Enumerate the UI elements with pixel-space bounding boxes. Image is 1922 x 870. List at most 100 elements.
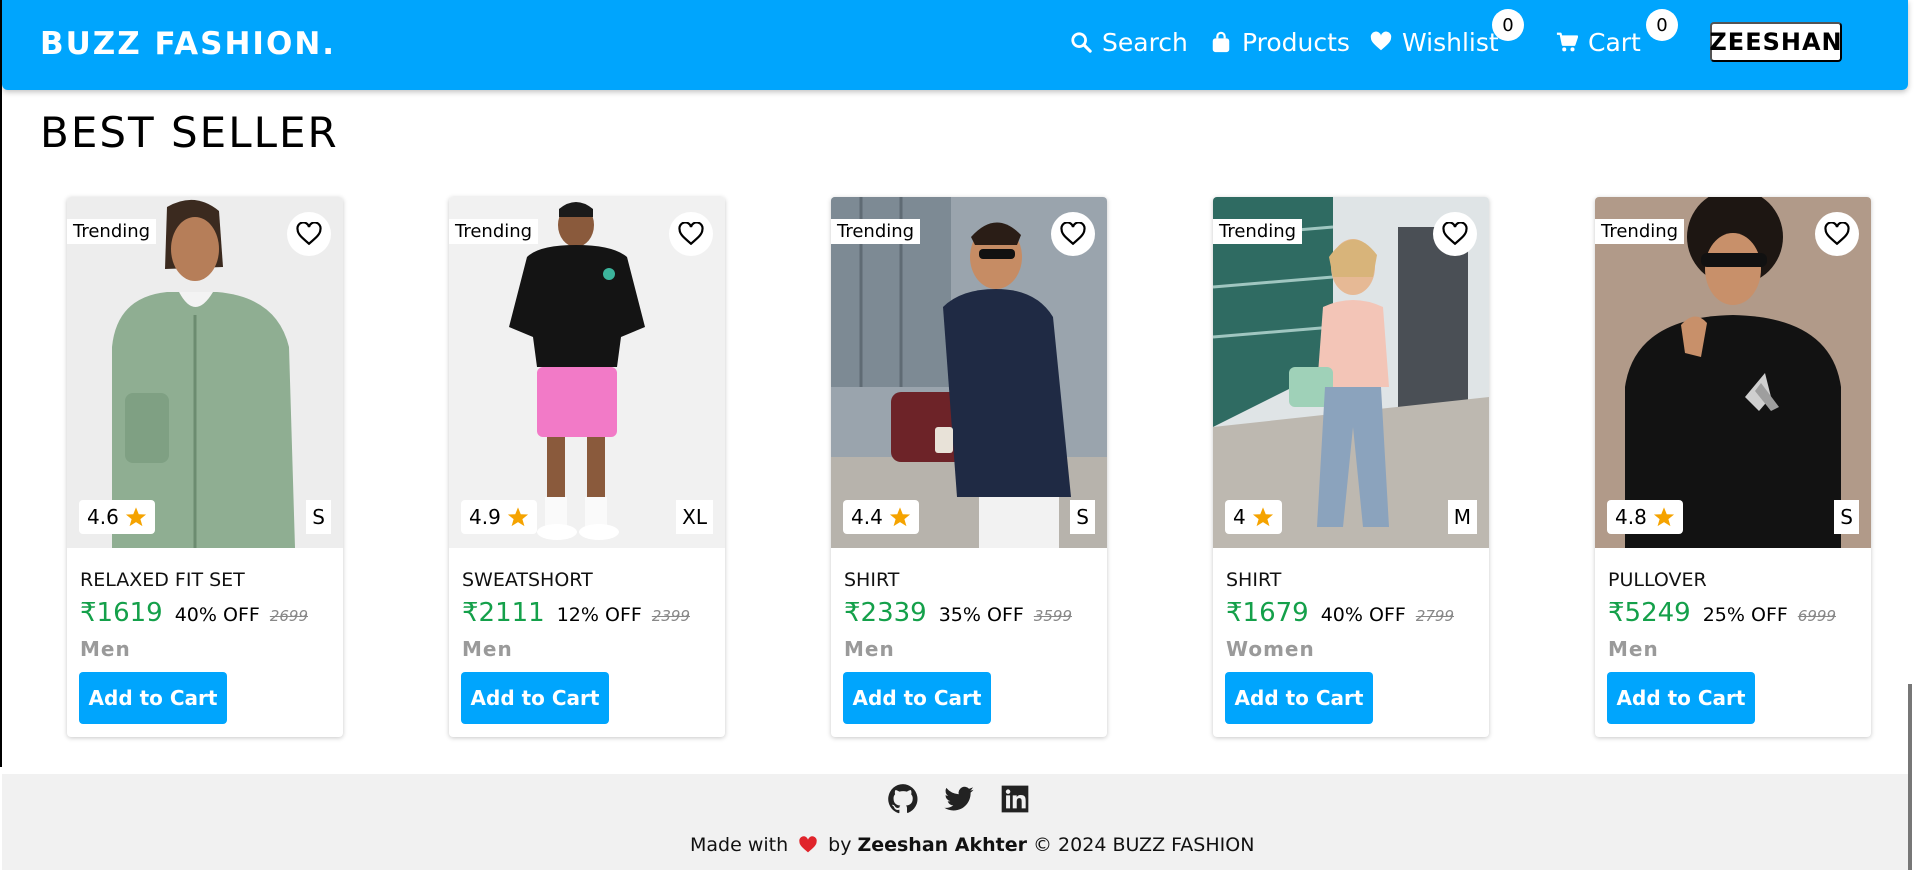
product-name: SHIRT [1226, 569, 1282, 591]
product-card[interactable]: Trending 4.4 S SHIRT ₹2339 35% OFF 3599 … [831, 197, 1107, 737]
trending-badge: Trending [1213, 219, 1303, 244]
heart-outline-icon [678, 222, 704, 246]
size-badge: S [1070, 500, 1095, 534]
price-row: ₹2339 35% OFF 3599 [844, 598, 1072, 628]
discount-label: 40% OFF [1320, 604, 1406, 626]
product-image[interactable]: Trending 4.6 S [67, 197, 343, 548]
rating-badge: 4.6 [79, 500, 155, 534]
heart-outline-icon [296, 222, 322, 246]
heart-outline-icon [1824, 222, 1850, 246]
product-price: ₹1619 [80, 598, 163, 628]
wishlist-toggle-button[interactable] [669, 212, 713, 256]
trending-badge: Trending [1595, 219, 1685, 244]
add-to-cart-button[interactable]: Add to Cart [461, 672, 609, 724]
wishlist-toggle-button[interactable] [1051, 212, 1095, 256]
search-icon [1071, 32, 1092, 53]
wishlist-count-badge: 0 [1492, 9, 1524, 41]
footer: Made with by Zeeshan Akhter © 2024 BUZZ … [2, 774, 1908, 870]
product-name: SHIRT [844, 569, 900, 591]
rating-value: 4.4 [851, 505, 883, 529]
size-badge: XL [676, 500, 713, 534]
github-link[interactable] [887, 783, 919, 817]
twitter-link[interactable] [943, 783, 975, 817]
product-card[interactable]: Trending 4.6 S RELAXED FIT SET ₹1619 40%… [67, 197, 343, 737]
size-badge: M [1447, 500, 1477, 534]
linkedin-icon [1001, 785, 1029, 813]
product-category: Men [80, 637, 131, 661]
size-badge: S [1834, 500, 1859, 534]
product-card[interactable]: Trending 4 M SHIRT ₹1679 40% OFF 2799 Wo… [1213, 197, 1489, 737]
original-price: 2399 [651, 607, 690, 625]
footer-author[interactable]: Zeeshan Akhter [857, 834, 1027, 856]
window-edge [0, 0, 2, 767]
price-row: ₹2111 12% OFF 2399 [462, 598, 690, 628]
product-category: Men [462, 637, 513, 661]
rating-value: 4 [1233, 505, 1246, 529]
product-name: RELAXED FIT SET [80, 569, 245, 591]
product-image[interactable]: Trending 4.4 S [831, 197, 1107, 548]
rating-value: 4.6 [87, 505, 119, 529]
brand-logo[interactable]: BUZZ FASHION. [40, 26, 336, 62]
nav-products[interactable]: Products [1210, 24, 1350, 60]
footer-by: by [828, 834, 852, 856]
star-icon [889, 507, 910, 527]
twitter-icon [944, 786, 974, 811]
star-icon [1653, 507, 1674, 527]
nav-products-label: Products [1242, 27, 1350, 57]
product-card[interactable]: Trending 4.8 S PULLOVER ₹5249 25% OFF 69… [1595, 197, 1871, 737]
footer-credit: Made with by Zeeshan Akhter © 2024 BUZZ … [690, 834, 1254, 856]
navbar: BUZZ FASHION. Search Products Wishlist 0… [2, 0, 1908, 90]
nav-wishlist[interactable]: Wishlist 0 [1370, 9, 1524, 60]
rating-badge: 4 [1225, 500, 1282, 534]
discount-label: 12% OFF [556, 604, 642, 626]
star-icon [1252, 507, 1273, 527]
trending-badge: Trending [831, 219, 921, 244]
original-price: 6999 [1797, 607, 1836, 625]
wishlist-toggle-button[interactable] [1815, 212, 1859, 256]
product-image[interactable]: Trending 4 M [1213, 197, 1489, 548]
wishlist-toggle-button[interactable] [287, 212, 331, 256]
price-row: ₹1619 40% OFF 2699 [80, 598, 308, 628]
add-to-cart-button[interactable]: Add to Cart [1225, 672, 1373, 724]
nav-cart-label: Cart [1588, 27, 1641, 57]
product-card[interactable]: Trending 4.9 XL SWEATSHORT ₹2111 12% OFF… [449, 197, 725, 737]
product-category: Men [1608, 637, 1659, 661]
wishlist-toggle-button[interactable] [1433, 212, 1477, 256]
price-row: ₹1679 40% OFF 2799 [1226, 598, 1454, 628]
section-title: BEST SELLER [40, 108, 339, 157]
star-icon [507, 507, 528, 527]
footer-made-with: Made with [690, 834, 789, 856]
original-price: 2699 [269, 607, 308, 625]
heart-outline-icon [1442, 222, 1468, 246]
price-row: ₹5249 25% OFF 6999 [1608, 598, 1836, 628]
product-category: Women [1226, 637, 1315, 661]
footer-copyright: © 2024 BUZZ FASHION [1033, 834, 1255, 856]
discount-label: 25% OFF [1702, 604, 1788, 626]
scrollbar[interactable] [1908, 684, 1912, 870]
cart-icon [1556, 32, 1578, 52]
original-price: 3599 [1033, 607, 1072, 625]
add-to-cart-button[interactable]: Add to Cart [79, 672, 227, 724]
star-icon [125, 507, 146, 527]
product-name: PULLOVER [1608, 569, 1707, 591]
nav-wishlist-label: Wishlist [1402, 27, 1499, 57]
social-links [887, 783, 1055, 817]
trending-badge: Trending [449, 219, 539, 244]
product-price: ₹1679 [1226, 598, 1309, 628]
heart-icon [1370, 31, 1392, 51]
cart-count-badge: 0 [1646, 9, 1678, 41]
product-image[interactable]: Trending 4.8 S [1595, 197, 1871, 548]
rating-badge: 4.4 [843, 500, 919, 534]
linkedin-link[interactable] [999, 783, 1031, 817]
size-badge: S [306, 500, 331, 534]
user-account-button[interactable]: ZEESHAN [1709, 22, 1842, 62]
nav-cart[interactable]: Cart 0 [1556, 9, 1678, 60]
product-image[interactable]: Trending 4.9 XL [449, 197, 725, 548]
shopping-bag-icon [1212, 31, 1230, 53]
nav-search[interactable]: Search [1070, 24, 1188, 60]
add-to-cart-button[interactable]: Add to Cart [1607, 672, 1755, 724]
product-name: SWEATSHORT [462, 569, 593, 591]
product-price: ₹2339 [844, 598, 927, 628]
nav-search-label: Search [1102, 27, 1188, 57]
add-to-cart-button[interactable]: Add to Cart [843, 672, 991, 724]
